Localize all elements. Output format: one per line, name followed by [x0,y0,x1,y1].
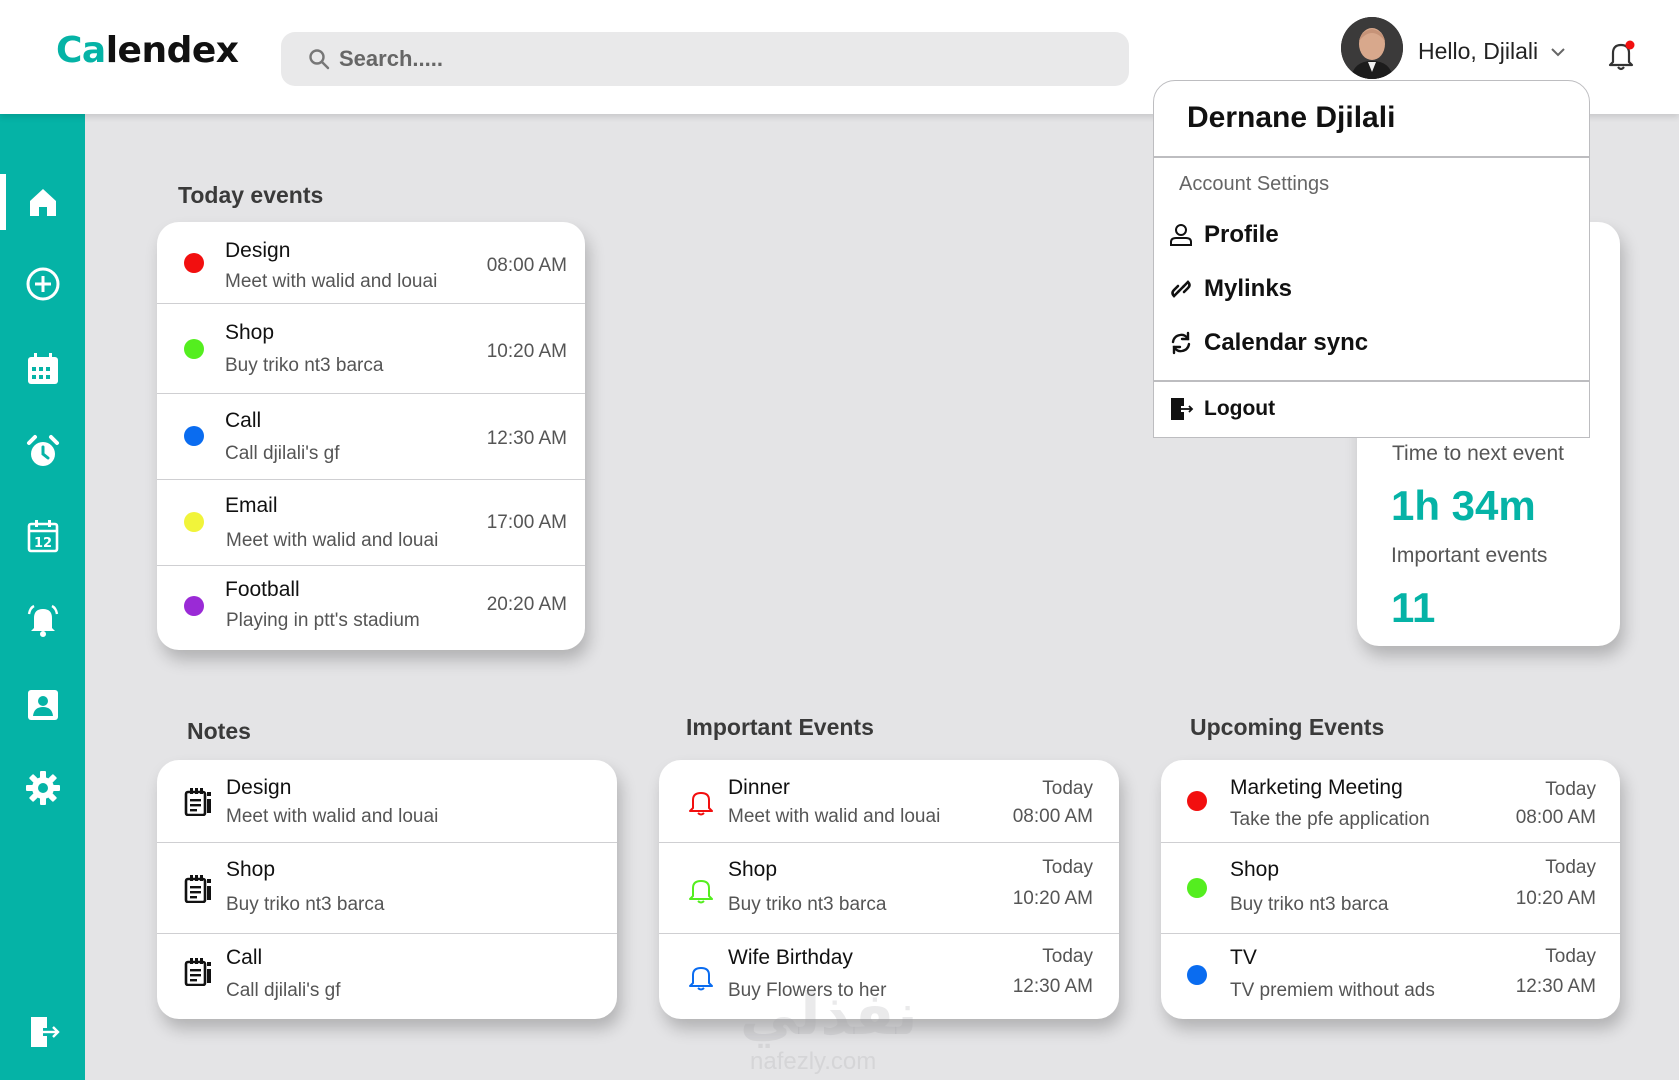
greeting-text: Hello, Djilali [1418,38,1539,64]
sidebar-item-logout[interactable] [0,1002,85,1062]
notes-card: Design Meet with walid and louai Shop Bu… [157,760,617,1019]
today-event-row[interactable]: Call Call djilali's gf 12:30 AM [157,394,585,480]
event-color-dot [1187,878,1207,898]
today-event-row[interactable]: Email Meet with walid and louai 17:00 AM [157,480,585,566]
today-events-title: Today events [178,182,324,208]
upcoming-event-row[interactable]: Marketing Meeting Take the pfe applicati… [1161,760,1620,843]
note-row[interactable]: Call Call djilali's gf [157,934,617,1019]
note-row[interactable]: Design Meet with walid and louai [157,760,617,843]
account-dropdown: Dernane Djilali Account Settings Profile… [1153,80,1590,438]
notepad-icon [184,958,211,986]
event-color-dot [184,512,204,532]
important-events-label: Important events [1391,544,1548,567]
event-color-dot [184,596,204,616]
event-color-dot [184,426,204,446]
avatar-photo [1341,17,1403,79]
sidebar-item-schedule[interactable]: 12 [0,506,85,566]
home-icon [29,189,56,216]
bell-icon [689,967,713,991]
avatar[interactable] [1341,17,1403,79]
menu-item-profile[interactable]: Profile [1168,221,1279,249]
menu-item-calendar-sync[interactable]: Calendar sync [1168,329,1368,357]
sidebar-item-home[interactable] [0,172,85,232]
today-event-row[interactable]: Shop Buy triko nt3 barca 10:20 AM [157,304,585,394]
search-icon [309,49,330,70]
notification-bell-icon[interactable] [1605,38,1637,72]
upcoming-event-row[interactable]: TV TV premiem without ads Today 12:30 AM [1161,934,1620,1019]
search-bar[interactable] [281,32,1129,86]
important-events-title: Important Events [686,714,874,740]
divider [1154,380,1589,382]
link-icon [1171,280,1191,298]
event-color-dot [1187,965,1207,985]
calendar-grid-icon [27,353,58,384]
chevron-down-icon [1551,47,1565,56]
notepad-icon [184,875,211,903]
important-events-count: 11 [1391,584,1436,631]
notepad-icon [184,788,211,816]
plus-circle-icon [26,267,59,301]
upcoming-event-row[interactable]: Shop Buy triko nt3 barca Today 10:20 AM [1161,843,1620,934]
contact-icon [27,690,58,720]
important-event-row[interactable]: Shop Buy triko nt3 barca Today 10:20 AM [659,843,1119,934]
today-event-row[interactable]: Design Meet with walid and louai 08:00 A… [157,222,585,304]
sidebar: 12 [0,114,85,1080]
next-event-value: 1h 34m [1391,482,1536,529]
sidebar-item-calendar[interactable] [0,339,85,399]
sync-icon [1171,331,1191,355]
event-color-dot [184,339,204,359]
event-color-dot [184,253,204,273]
user-icon [1170,224,1192,246]
logout-icon [30,1017,60,1047]
sidebar-item-reminders[interactable] [0,590,85,650]
bell-icon [689,880,713,904]
gear-icon [25,771,60,805]
menu-item-logout[interactable]: Logout [1168,396,1275,422]
important-event-row[interactable]: Dinner Meet with walid and louai Today 0… [659,760,1119,843]
watermark: نفذلي [740,980,918,1048]
next-event-label: Time to next event [1392,442,1564,465]
event-color-dot [1187,791,1207,811]
notes-title: Notes [187,718,251,744]
sidebar-item-settings[interactable] [0,758,85,818]
bell-icon [689,792,713,816]
alarm-clock-icon [26,435,59,466]
search-input[interactable] [339,46,1099,72]
sidebar-item-add[interactable] [0,254,85,314]
divider [1154,156,1589,158]
upcoming-events-card: Marketing Meeting Take the pfe applicati… [1161,760,1620,1019]
note-row[interactable]: Shop Buy triko nt3 barca [157,843,617,934]
app-logo[interactable]: Calendex [56,30,239,71]
today-events-card: Design Meet with walid and louai 08:00 A… [157,222,585,650]
bell-icon [27,604,58,637]
user-menu-toggle[interactable]: Hello, Djilali [1418,38,1568,65]
sidebar-item-contacts[interactable] [0,675,85,735]
today-event-row[interactable]: Football Playing in ptt's stadium 20:20 … [157,566,585,650]
upcoming-events-title: Upcoming Events [1190,714,1385,740]
account-settings-label: Account Settings [1179,173,1330,195]
calendar-day-icon: 12 [27,520,58,553]
watermark-url: nafezly.com [750,1048,877,1075]
menu-item-mylinks[interactable]: Mylinks [1168,275,1292,303]
svg-text:12: 12 [33,536,51,551]
sidebar-item-alarm[interactable] [0,422,85,482]
account-name: Dernane Djilali [1187,101,1396,134]
logout-icon [1171,398,1194,420]
